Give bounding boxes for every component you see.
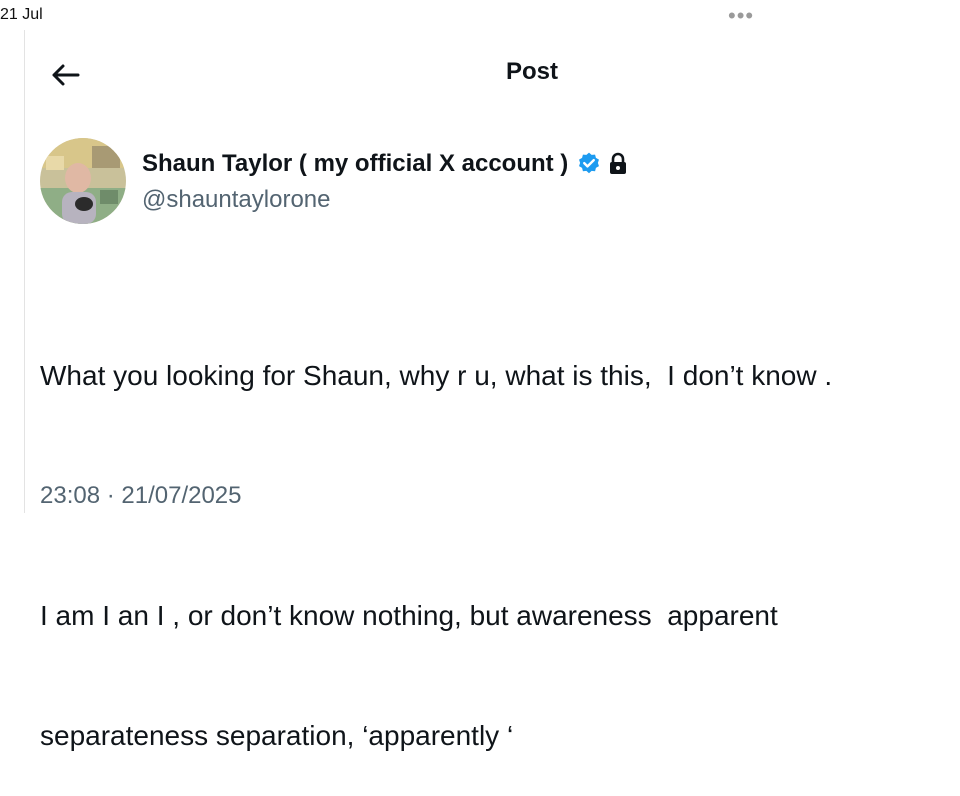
post-timestamp[interactable]: 23:08 · 21/07/2025 bbox=[40, 482, 242, 510]
post-text-line: separateness separation, ‘apparently ‘ bbox=[40, 720, 514, 751]
post-body: What you looking for Shaun, why r u, wha… bbox=[40, 276, 940, 796]
post-text-line: I am I an I , or don’t know nothing, but… bbox=[40, 600, 778, 631]
verified-badge-icon bbox=[576, 151, 602, 177]
author-name-row[interactable]: Shaun Taylor ( my official X account ) bbox=[142, 150, 628, 178]
author-display-name[interactable]: Shaun Taylor ( my official X account ) bbox=[142, 150, 568, 178]
page-title: Post bbox=[505, 58, 558, 85]
post-text-line: What you looking for Shaun, why r u, wha… bbox=[40, 360, 833, 391]
status-bar-date: 21 Jul bbox=[0, 6, 43, 23]
lock-icon bbox=[608, 152, 628, 176]
divider bbox=[24, 30, 25, 513]
author-handle[interactable]: @shauntaylorone bbox=[142, 186, 330, 214]
avatar[interactable] bbox=[40, 138, 126, 224]
more-dots-icon[interactable]: ••• bbox=[728, 5, 754, 27]
